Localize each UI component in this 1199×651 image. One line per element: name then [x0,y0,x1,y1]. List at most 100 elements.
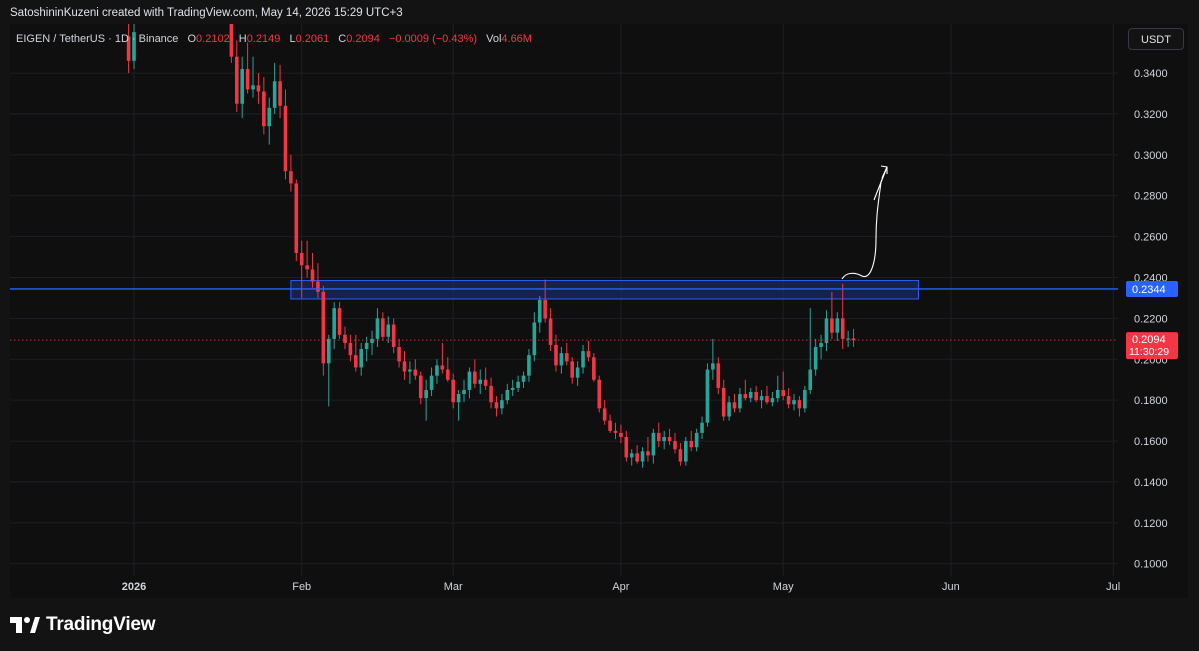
footer-bar [0,598,1199,651]
candle-body [418,375,423,399]
candle-body [321,291,326,364]
candle [473,359,477,388]
candle [359,342,364,376]
candle-body [613,430,618,433]
candle-body [635,453,639,462]
change-value: −0.0009 (−0.43%) [388,33,478,45]
candle-body [505,389,510,401]
candle [500,394,504,415]
time-axis: 2026 Feb Mar Apr May Jun Jul [122,581,1120,593]
candle [597,375,602,413]
time-tick-label: 2026 [122,581,146,593]
candle [289,154,293,192]
candle [770,392,775,407]
candle-body [256,85,261,92]
candle-body [489,385,493,403]
candle-body [234,56,239,104]
candle-body [765,396,769,403]
candle [775,375,780,403]
candle-body [272,81,277,108]
candle [240,56,244,119]
candle [608,414,612,433]
candle-body [299,252,304,266]
candle-body [316,281,320,292]
candle [456,389,461,421]
candle [678,443,683,466]
candle-body [570,361,575,378]
candle-body [375,318,380,339]
candle [743,379,748,401]
candle [846,330,850,348]
candle-body [483,379,488,386]
candle [754,385,758,403]
candle-body [262,91,266,127]
candle-body [413,369,418,376]
candle [673,432,677,454]
candle [283,89,288,180]
candle-body [830,318,834,333]
candle-body [521,375,526,382]
candle [348,334,353,362]
candle [267,97,272,145]
candle [781,371,785,401]
candle-body [381,318,385,337]
candlestick-chart[interactable]: 0.34000.32000.30000.28000.26000.24000.22… [10,24,1188,598]
candle [548,308,553,352]
candle-body [527,355,531,376]
price-badge-text: 0.2094 [1132,334,1166,346]
candle [440,342,445,374]
symbol-label[interactable]: EIGEN / TetherUS · 1D · Binance [16,33,178,45]
candle [272,62,277,114]
candle [527,349,531,382]
candle [662,430,666,450]
candle-body [684,441,688,462]
price-tick-label: 0.1400 [1134,477,1168,489]
candle-body [592,357,596,380]
candle-body [456,394,461,403]
price-axis: 0.34000.32000.30000.28000.26000.24000.22… [1126,68,1178,571]
candle-body [732,402,737,409]
tradingview-logo[interactable]: TradingView [10,614,156,636]
candle [408,361,412,384]
ohlc-legend: EIGEN / TetherUS · 1D · Binance O0.2102 … [16,33,532,45]
candle [505,383,510,405]
candle-body [500,400,504,409]
candle-body [370,338,374,343]
volume-label: Vol [486,33,502,45]
candle [510,379,515,397]
level-badge-text: 0.2344 [1132,284,1166,296]
candle [126,24,131,74]
currency-button[interactable]: USDT [1128,28,1184,50]
candle [337,302,342,339]
candle-body [364,342,369,350]
time-tick-label: Apr [612,581,629,593]
candle-body [429,375,434,390]
time-tick-label: Feb [292,581,311,593]
candle-body [348,342,353,356]
candle [381,312,385,341]
candle-body [581,351,585,368]
candle-body [554,344,558,366]
price-tick-label: 0.3000 [1134,150,1168,162]
volume-value: 4.66M [501,33,532,45]
candle-body [640,451,645,462]
candle [418,371,423,405]
candle-body [337,308,342,335]
candle-body [624,436,629,458]
candle-body [548,318,553,345]
arrow-head [873,165,888,201]
candle [462,379,466,403]
candle [716,357,721,395]
candle [370,330,374,356]
overlay-layer [10,165,1118,341]
resistance-zone [290,280,919,300]
candle [332,302,336,350]
candle [494,396,499,417]
candle-body [840,318,845,339]
candle-body [700,422,704,433]
candle-body [651,432,656,456]
candle-body [332,308,336,339]
chart-area[interactable]: 0.3400 0.3200 0.3000 0.2800 0.2600 0.2400 0.22… [10,24,1188,598]
candle [256,73,261,104]
candle [251,56,255,98]
